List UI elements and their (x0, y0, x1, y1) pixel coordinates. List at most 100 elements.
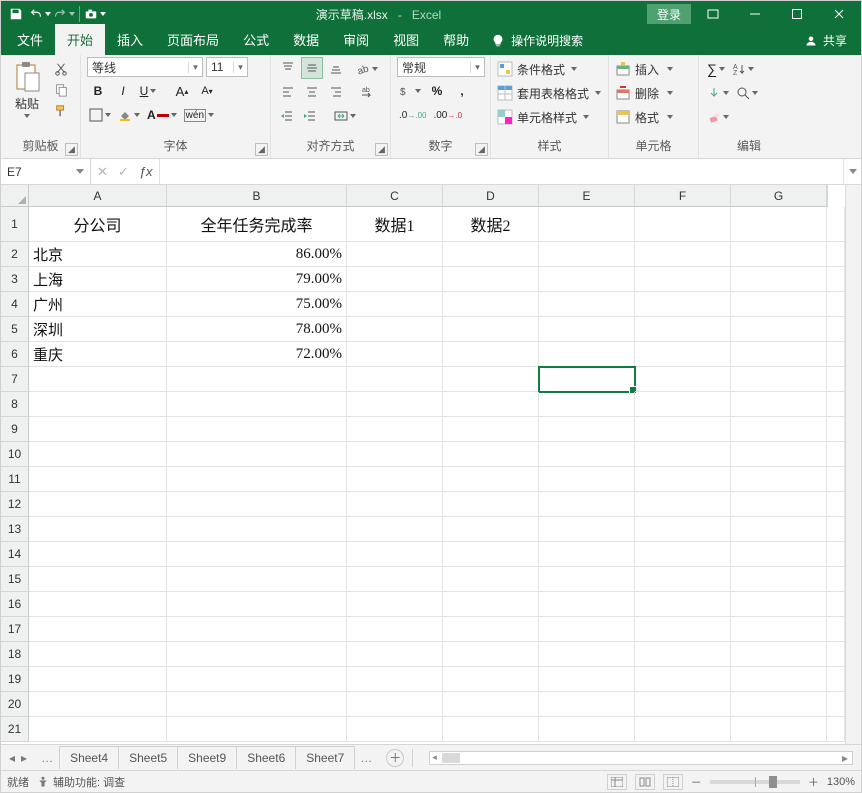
zoom-in-icon[interactable]: ＋ (808, 774, 819, 790)
cell-filler-7[interactable] (827, 367, 845, 392)
cell-A21[interactable] (29, 717, 167, 742)
cell-E20[interactable] (539, 692, 635, 717)
col-header-A[interactable]: A (29, 185, 167, 207)
name-box[interactable]: E7 (1, 159, 91, 184)
cell-filler-9[interactable] (827, 417, 845, 442)
cell-B14[interactable] (167, 542, 347, 567)
tab-插入[interactable]: 插入 (105, 24, 155, 55)
sheet-tab-Sheet6[interactable]: Sheet6 (236, 746, 296, 769)
decrease-font-icon[interactable]: A▾ (196, 81, 218, 101)
zoom-out-icon[interactable]: － (691, 774, 702, 790)
find-select-icon[interactable] (734, 83, 760, 103)
col-header-G[interactable]: G (731, 185, 827, 207)
cell-A6[interactable]: 重庆 (29, 342, 167, 367)
cell-D13[interactable] (443, 517, 539, 542)
cell-G9[interactable] (731, 417, 827, 442)
cell-B17[interactable] (167, 617, 347, 642)
cell-B21[interactable] (167, 717, 347, 742)
cell-C17[interactable] (347, 617, 443, 642)
cell-A15[interactable] (29, 567, 167, 592)
conditional-formatting-button[interactable]: 条件格式 (497, 58, 601, 80)
cell-G10[interactable] (731, 442, 827, 467)
cell-filler-8[interactable] (827, 392, 845, 417)
cell-G16[interactable] (731, 592, 827, 617)
row-header-12[interactable]: 12 (1, 492, 29, 517)
number-format-combo[interactable]: 常规▾ (397, 57, 485, 77)
row-header-2[interactable]: 2 (1, 242, 29, 267)
cell-A8[interactable] (29, 392, 167, 417)
cell-C14[interactable] (347, 542, 443, 567)
cell-E14[interactable] (539, 542, 635, 567)
cell-E13[interactable] (539, 517, 635, 542)
cell-F14[interactable] (635, 542, 731, 567)
alignment-launcher-icon[interactable]: ◢ (375, 143, 388, 156)
font-size-combo[interactable]: 11▾ (206, 57, 248, 77)
tab-视图[interactable]: 视图 (381, 24, 431, 55)
cell-B5[interactable]: 78.00% (167, 317, 347, 342)
cell-C6[interactable] (347, 342, 443, 367)
row-header-11[interactable]: 11 (1, 467, 29, 492)
cell-F7[interactable] (635, 367, 731, 392)
cell-E8[interactable] (539, 392, 635, 417)
cell-filler-5[interactable] (827, 317, 845, 342)
align-middle-icon[interactable] (301, 57, 323, 79)
cell-G18[interactable] (731, 642, 827, 667)
decrease-decimal-icon[interactable]: .00→.0 (431, 105, 464, 125)
align-bottom-icon[interactable] (325, 57, 347, 79)
cell-G6[interactable] (731, 342, 827, 367)
cell-filler-16[interactable] (827, 592, 845, 617)
row-header-4[interactable]: 4 (1, 292, 29, 317)
cell-E21[interactable] (539, 717, 635, 742)
cell-F8[interactable] (635, 392, 731, 417)
formula-input[interactable] (160, 159, 843, 184)
cell-D19[interactable] (443, 667, 539, 692)
cell-F4[interactable] (635, 292, 731, 317)
cell-filler-10[interactable] (827, 442, 845, 467)
cell-E10[interactable] (539, 442, 635, 467)
zoom-level[interactable]: 130% (827, 776, 855, 788)
cell-styles-button[interactable]: 单元格样式 (497, 106, 601, 128)
cut-icon[interactable] (51, 60, 71, 78)
cell-B12[interactable] (167, 492, 347, 517)
cell-F19[interactable] (635, 667, 731, 692)
cell-C9[interactable] (347, 417, 443, 442)
cell-C3[interactable] (347, 267, 443, 292)
cell-B19[interactable] (167, 667, 347, 692)
insert-cells-button[interactable]: 插入 (615, 58, 673, 80)
tab-文件[interactable]: 文件 (5, 24, 55, 55)
cell-D11[interactable] (443, 467, 539, 492)
copy-icon[interactable] (51, 81, 71, 99)
cell-D21[interactable] (443, 717, 539, 742)
cell-filler-18[interactable] (827, 642, 845, 667)
tab-开始[interactable]: 开始 (55, 24, 105, 55)
save-icon[interactable] (5, 3, 27, 25)
cell-D8[interactable] (443, 392, 539, 417)
cell-C20[interactable] (347, 692, 443, 717)
cell-E2[interactable] (539, 242, 635, 267)
col-header-B[interactable]: B (167, 185, 347, 207)
cell-filler-19[interactable] (827, 667, 845, 692)
cell-G20[interactable] (731, 692, 827, 717)
col-header-C[interactable]: C (347, 185, 443, 207)
cell-C4[interactable] (347, 292, 443, 317)
font-launcher-icon[interactable]: ◢ (255, 143, 268, 156)
cell-C13[interactable] (347, 517, 443, 542)
cell-E16[interactable] (539, 592, 635, 617)
cell-F2[interactable] (635, 242, 731, 267)
sheet-nav-next-icon[interactable]: ▸ (21, 751, 27, 765)
align-top-icon[interactable] (277, 57, 299, 79)
row-header-18[interactable]: 18 (1, 642, 29, 667)
cell-G15[interactable] (731, 567, 827, 592)
cell-B7[interactable] (167, 367, 347, 392)
percent-icon[interactable]: % (426, 81, 448, 101)
cell-F13[interactable] (635, 517, 731, 542)
cell-B18[interactable] (167, 642, 347, 667)
cell-F9[interactable] (635, 417, 731, 442)
number-launcher-icon[interactable]: ◢ (475, 143, 488, 156)
cell-E7[interactable] (539, 367, 635, 392)
cell-F1[interactable] (635, 207, 731, 242)
cell-D12[interactable] (443, 492, 539, 517)
cell-G13[interactable] (731, 517, 827, 542)
cell-filler-14[interactable] (827, 542, 845, 567)
cell-filler-4[interactable] (827, 292, 845, 317)
